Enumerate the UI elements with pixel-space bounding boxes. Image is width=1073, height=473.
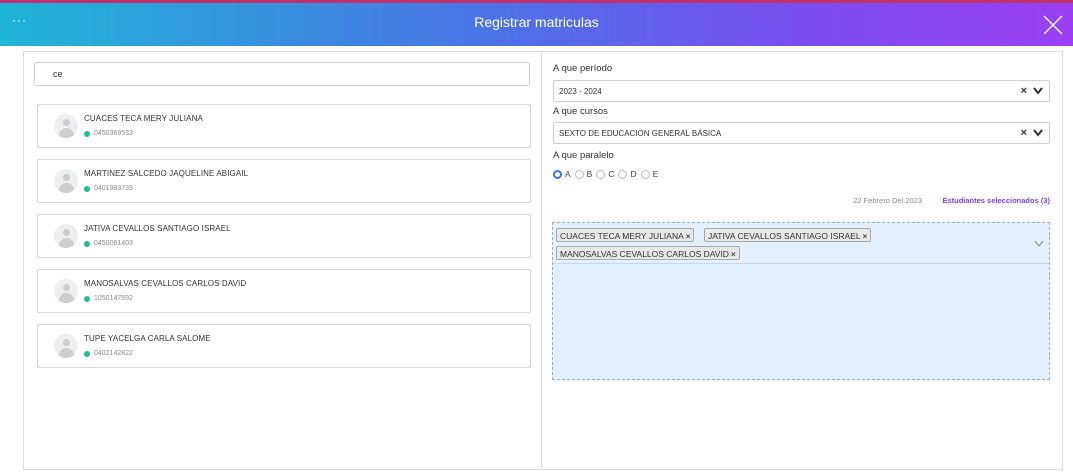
student-id: 0402142822 [94, 350, 133, 357]
selected-students-dropzone[interactable]: CUACES TECA MERY JULIANA × JATIVA CEVALLO… [552, 222, 1050, 380]
student-name: CUACES TECA MERY JULIANA [84, 114, 203, 123]
student-id: 0450369533 [94, 130, 133, 137]
search-input[interactable] [34, 62, 530, 86]
radio-parallel-a[interactable]: A [553, 169, 571, 179]
remove-tag-icon[interactable]: × [686, 232, 691, 241]
parallel-label: A que paralelo [553, 150, 614, 161]
period-select[interactable]: 2023 - 2024 × [553, 80, 1050, 102]
period-value: 2023 - 2024 [559, 87, 602, 96]
student-name: MANOSALVAS CEVALLOS CARLOS DAVID [84, 279, 247, 288]
student-card[interactable]: JATIVA CEVALLOS SANTIAGO ISRAEL 04500614… [37, 214, 531, 258]
student-card[interactable]: CUACES TECA MERY JULIANA 0450369533 [37, 104, 531, 148]
status-dot [84, 131, 90, 137]
radio-label: E [652, 169, 659, 179]
student-id: 0401983739 [94, 185, 133, 192]
remove-tag-icon[interactable]: × [863, 232, 868, 241]
avatar [54, 279, 78, 303]
course-value: SEXTO DE EDUCACION GENERAL BÁSICA [559, 129, 722, 138]
column-divider [541, 51, 542, 470]
chevron-down-icon[interactable] [1032, 128, 1044, 138]
student-card[interactable]: MANOSALVAS CEVALLOS CARLOS DAVID 1050147… [37, 269, 531, 313]
modal-title: Registrar matriculas [474, 14, 599, 30]
selected-students-link[interactable]: Estudiantes seleccionados (3) [942, 196, 1050, 205]
clear-icon[interactable]: × [1021, 127, 1027, 139]
student-name: MARTINEZ SALCEDO JAQUELINE ABIGAIL [84, 169, 249, 178]
student-name: TUPE YACELGA CARLA SALOME [84, 334, 211, 343]
student-card[interactable]: MARTINEZ SALCEDO JAQUELINE ABIGAIL 04019… [37, 159, 531, 203]
status-dot [84, 186, 90, 192]
selected-tag: CUACES TECA MERY JULIANA × [556, 228, 695, 242]
radio-circle[interactable] [618, 169, 628, 179]
tag-label: JATIVA CEVALLOS SANTIAGO ISRAEL [708, 231, 861, 241]
radio-parallel-d[interactable]: D [618, 169, 637, 179]
radio-circle[interactable] [640, 169, 650, 179]
student-id: 0450061403 [94, 240, 133, 247]
radio-label: A [565, 169, 571, 179]
close-icon[interactable] [1041, 13, 1065, 37]
radio-parallel-c[interactable]: C [596, 169, 614, 179]
avatar [54, 169, 78, 193]
radio-circle[interactable] [574, 169, 584, 179]
selected-tag: MANOSALVAS CEVALLOS CARLOS DAVID × [556, 246, 740, 260]
avatar [54, 334, 78, 358]
radio-label: D [630, 169, 637, 179]
clear-icon[interactable]: × [1021, 85, 1027, 97]
period-label: A que período [553, 63, 613, 74]
avatar [54, 224, 78, 248]
current-date: 22 Febrero Del 2023 [853, 196, 922, 205]
radio-label: C [608, 169, 615, 179]
course-select[interactable]: SEXTO DE EDUCACION GENERAL BÁSICA × [553, 122, 1050, 144]
modal-header: ··· Registrar matriculas [0, 0, 1073, 46]
chevron-down-icon[interactable] [1034, 240, 1044, 248]
status-dot [84, 351, 90, 357]
remove-tag-icon[interactable]: × [731, 250, 736, 259]
radio-circle[interactable] [553, 169, 562, 179]
course-label: A que cursos [553, 106, 608, 117]
selected-tags-box[interactable]: CUACES TECA MERY JULIANA × JATIVA CEVALLO… [553, 223, 1049, 264]
parallel-radio-group: A B C D E [553, 168, 662, 180]
status-dot [84, 296, 90, 302]
selected-tag: JATIVA CEVALLOS SANTIAGO ISRAEL × [704, 228, 872, 242]
tag-label: MANOSALVAS CEVALLOS CARLOS DAVID [560, 249, 729, 259]
student-card[interactable]: TUPE YACELGA CARLA SALOME 0402142822 [37, 324, 531, 368]
avatar [54, 114, 78, 138]
radio-circle[interactable] [596, 169, 606, 179]
status-dot [84, 241, 90, 247]
radio-parallel-e[interactable]: E [640, 169, 659, 179]
student-id: 1050147592 [94, 295, 133, 302]
radio-parallel-b[interactable]: B [574, 169, 593, 179]
chevron-down-icon[interactable] [1032, 86, 1044, 96]
student-name: JATIVA CEVALLOS SANTIAGO ISRAEL [84, 224, 231, 233]
radio-label: B [586, 169, 593, 179]
tag-label: CUACES TECA MERY JULIANA [560, 231, 684, 241]
